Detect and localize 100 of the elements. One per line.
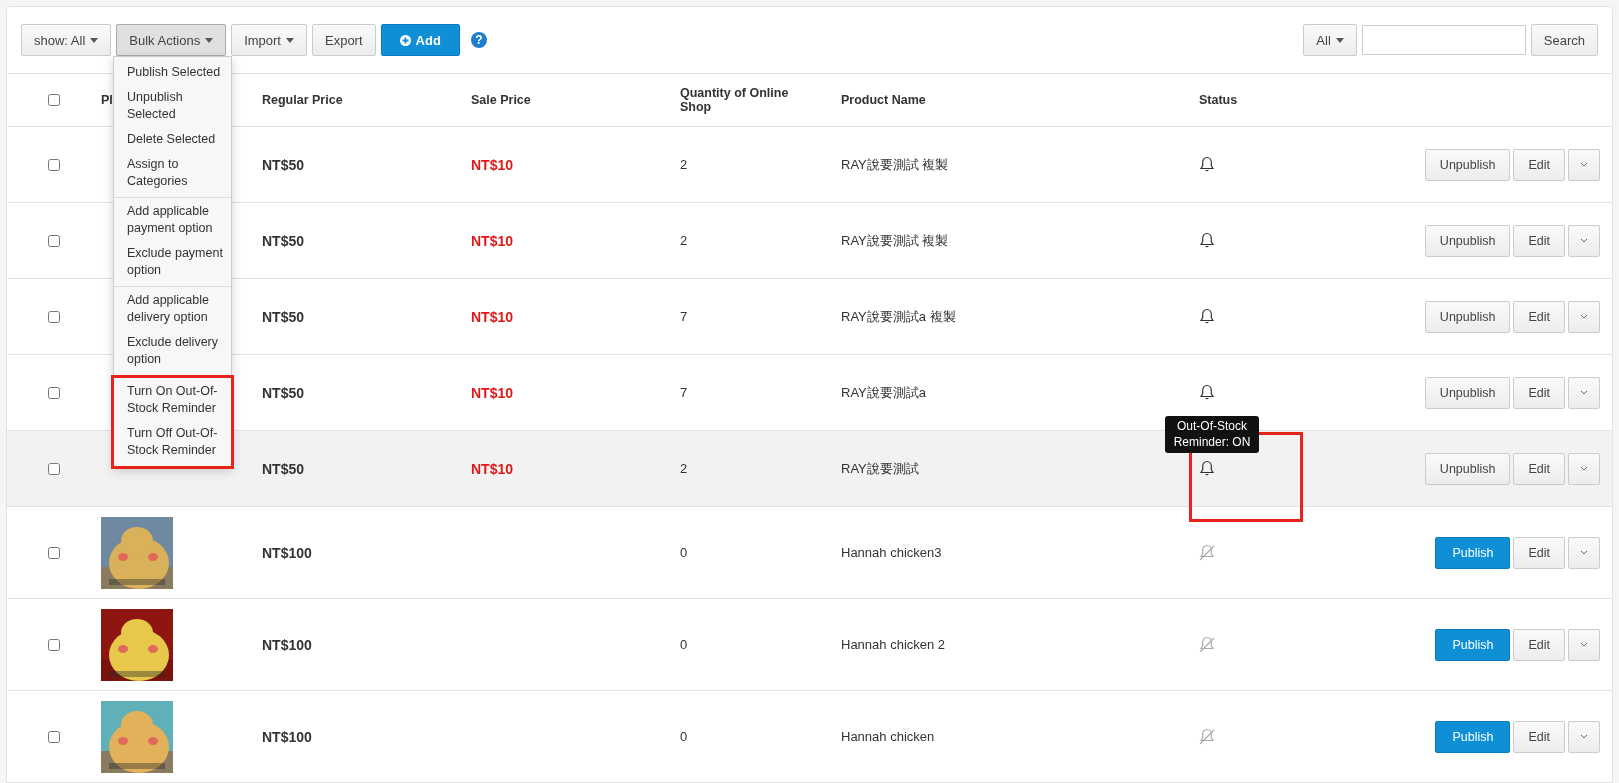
table-cell-text: NT$50 <box>262 460 306 477</box>
column-header: Status <box>1199 93 1238 107</box>
menu-item[interactable]: Exclude delivery option <box>114 331 231 373</box>
table-cell-text: 0 <box>680 729 689 744</box>
plus-circle-icon <box>399 34 411 46</box>
table-cell: NT$10 <box>471 232 514 249</box>
menu-item[interactable]: Publish Selected <box>114 61 231 86</box>
table-cell-text: RAY說要測試 複製 <box>841 231 950 250</box>
chevron-down-icon <box>1580 550 1588 555</box>
unpublish-button[interactable]: Unpublish <box>1424 376 1511 409</box>
table-cell: NT$10 <box>471 384 514 401</box>
row-checkbox[interactable] <box>48 546 60 559</box>
chevron-down-icon <box>1580 642 1588 647</box>
edit-button[interactable]: Edit <box>1513 536 1565 569</box>
table-cell: NT$10 <box>471 460 514 477</box>
menu-item[interactable]: Delete Selected <box>114 128 231 153</box>
table-cell: NT$10 <box>471 308 514 325</box>
table-cell-text: 2 <box>680 461 689 476</box>
table-cell-text: 0 <box>680 545 689 560</box>
edit-button[interactable]: Edit <box>1513 224 1565 257</box>
row-checkbox[interactable] <box>48 310 60 323</box>
table-cell-text: RAY說要測試a <box>841 383 927 402</box>
table-cell-text: RAY說要測試 複製 <box>841 155 950 174</box>
select-all-checkbox[interactable] <box>48 94 60 106</box>
table-cell-text: 2 <box>680 233 689 248</box>
publish-button[interactable]: Publish <box>1435 720 1511 753</box>
edit-button[interactable]: Edit <box>1513 148 1565 181</box>
publish-button[interactable]: Publish <box>1435 536 1511 569</box>
help-icon[interactable]: ? <box>470 32 487 48</box>
chevron-down-icon <box>1580 734 1588 739</box>
chevron-down-icon <box>1580 466 1588 471</box>
filter-dropdown[interactable]: All <box>1303 24 1357 56</box>
table-cell-text: Hannah chicken 2 <box>841 637 947 652</box>
bell-icon[interactable] <box>1199 308 1215 325</box>
table-cell-text: 7 <box>680 385 689 400</box>
column-header: Pl <box>101 93 113 107</box>
table-cell-text: NT$100 <box>262 728 313 745</box>
chevron-down-icon <box>1580 390 1588 395</box>
menu-item[interactable]: Turn Off Out-Of-Stock Reminder <box>114 422 231 464</box>
bell-off-icon[interactable] <box>1198 636 1216 653</box>
toolbar-button[interactable]: show: All <box>21 24 112 56</box>
table-cell-text: RAY說要測試a 複製 <box>841 307 957 326</box>
tooltip: Out-Of-Stock Reminder: ON <box>1165 416 1259 454</box>
table-cell-text: NT$50 <box>262 384 306 401</box>
edit-button[interactable]: Edit <box>1513 628 1565 661</box>
bell-off-icon[interactable] <box>1198 728 1216 745</box>
toolbar-button[interactable]: Bulk Actions <box>116 24 227 56</box>
menu-item[interactable]: Unpublish Selected <box>114 86 231 128</box>
edit-button[interactable]: Edit <box>1513 452 1565 485</box>
chevron-down-icon <box>1580 162 1588 167</box>
bell-icon[interactable] <box>1199 384 1215 401</box>
unpublish-button[interactable]: Unpublish <box>1424 452 1511 485</box>
row-checkbox[interactable] <box>48 638 60 651</box>
menu-item[interactable]: Assign to Categories <box>114 153 231 195</box>
table-cell-text: Hannah chicken <box>841 729 936 744</box>
caret-icon <box>90 37 99 43</box>
table-cell-text: Hannah chicken3 <box>841 545 943 560</box>
toolbar-button[interactable]: Export <box>312 24 376 56</box>
caret-icon <box>286 37 294 43</box>
row-checkbox[interactable] <box>48 386 60 399</box>
bell-icon[interactable] <box>1199 156 1215 173</box>
table-cell: NT$10 <box>471 156 514 173</box>
table-cell-text: NT$50 <box>262 308 306 325</box>
column-header: Product Name <box>841 93 926 107</box>
row-checkbox[interactable] <box>48 158 60 171</box>
table-cell-text: 7 <box>680 309 689 324</box>
table-cell-text: NT$100 <box>262 636 313 653</box>
column-header: Sale Price <box>471 93 531 107</box>
edit-button[interactable]: Edit <box>1513 376 1565 409</box>
search-field[interactable] <box>1361 25 1526 55</box>
menu-item[interactable]: Add applicable payment option <box>114 200 231 242</box>
publish-button[interactable]: Publish <box>1435 628 1511 661</box>
caret-icon <box>205 37 214 43</box>
table-cell-text: 0 <box>680 637 689 652</box>
menu-item[interactable]: Exclude payment option <box>114 242 231 284</box>
bell-icon[interactable] <box>1199 460 1215 477</box>
search-button[interactable]: Search <box>1530 24 1598 56</box>
edit-button[interactable]: Edit <box>1513 720 1565 753</box>
table-cell-text: NT$50 <box>262 232 306 249</box>
toolbar-button[interactable]: Import <box>231 24 307 56</box>
column-header: Regular Price <box>262 93 343 107</box>
caret-icon <box>1335 37 1344 43</box>
menu-item[interactable]: Turn On Out-Of-Stock Reminder <box>114 380 231 422</box>
unpublish-button[interactable]: Unpublish <box>1424 300 1511 333</box>
table-cell-text: NT$50 <box>262 156 306 173</box>
edit-button[interactable]: Edit <box>1513 300 1565 333</box>
table-cell-text: RAY說要測試 <box>841 459 920 478</box>
bell-icon[interactable] <box>1199 232 1215 249</box>
unpublish-button[interactable]: Unpublish <box>1424 148 1511 181</box>
row-checkbox[interactable] <box>48 462 60 475</box>
row-checkbox[interactable] <box>48 730 60 743</box>
add-button[interactable]: Add <box>380 24 460 56</box>
row-checkbox[interactable] <box>48 234 60 247</box>
table-cell-text: NT$100 <box>262 544 313 561</box>
menu-item[interactable]: Add applicable delivery option <box>114 289 231 331</box>
bell-off-icon[interactable] <box>1198 544 1216 561</box>
column-header: Quantity of Online Shop <box>680 86 790 114</box>
chevron-down-icon <box>1580 314 1588 319</box>
unpublish-button[interactable]: Unpublish <box>1424 224 1511 257</box>
chevron-down-icon <box>1580 238 1588 243</box>
